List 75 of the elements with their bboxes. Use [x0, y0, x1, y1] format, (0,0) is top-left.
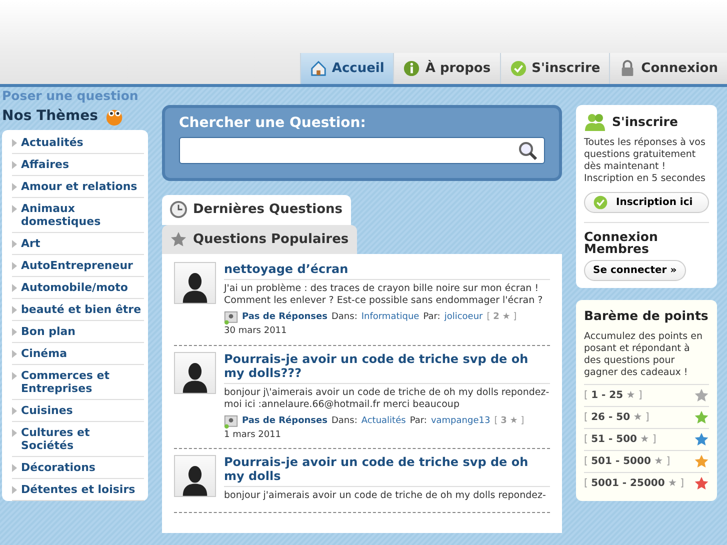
login-title: Connexion Membres [584, 222, 709, 255]
author-link[interactable]: vampange13 [430, 414, 490, 428]
answer-status: Pas de Réponses [242, 311, 328, 324]
users-icon [584, 112, 606, 132]
sidebar-item[interactable]: Bon plan [12, 321, 144, 343]
category-link[interactable]: Actualités [361, 414, 406, 428]
star-icon [694, 476, 709, 491]
sidebar-item[interactable]: AutoEntrepreneur [12, 255, 144, 277]
star-icon [694, 410, 709, 425]
points-range: [ 51 - 500 ★ ] [584, 432, 656, 447]
user-icon [224, 311, 238, 325]
search-field[interactable] [179, 137, 545, 164]
question-title[interactable]: Pourrais-je avoir un code de triche svp de oh my dolls [224, 455, 550, 487]
star-icon [694, 432, 709, 447]
signup-title: S'inscrire [612, 112, 678, 131]
points-range: [ 1 - 25 ★ ] [584, 388, 642, 403]
question-title[interactable]: nettoyage d’écran [224, 262, 550, 280]
nav-tab[interactable]: Connexion [609, 53, 727, 84]
logo-text: Poser une question [2, 88, 140, 104]
question-text: bonjour j'aimerais avoir un code de triche de oh my dolls repondez- [224, 490, 547, 502]
sidebar-title: Nos Thèmes [2, 107, 98, 126]
check-icon [510, 60, 527, 77]
points-text: Accumulez des points en posant et répondant à des questions pour gagner des cadeaux ! [584, 330, 704, 379]
points-range: [ 26 - 50 ★ ] [584, 410, 650, 425]
search-icon[interactable] [518, 140, 538, 160]
question-text: bonjour j\'aimerais avoir un code de triche de oh my dolls repondez-moi ici :annelaure.66@hotmail.fr merci beaucoup [224, 386, 550, 410]
points-title: Barème de points [584, 307, 709, 325]
login-button[interactable]: Se connecter » [584, 260, 686, 281]
clock-icon [170, 201, 187, 218]
points-range: [ 5001 - 25000 ★ ] [584, 476, 684, 491]
sidebar-item[interactable]: Commerces et Entreprises [12, 365, 144, 400]
sidebar-item[interactable]: Art [12, 233, 144, 255]
sidebar-item[interactable]: Actualités [12, 132, 144, 154]
sidebar-item[interactable]: Cuisines [12, 400, 144, 422]
sidebar-item[interactable]: Cinéma [12, 343, 144, 365]
signup-text: Toutes les réponses à vos questions gratuitement dès maintenant ! Inscription en 5 secondes [584, 137, 706, 185]
info-icon [403, 60, 420, 77]
answer-status: Pas de Réponses [242, 414, 328, 428]
avatar-silhouette [174, 352, 216, 394]
signup-button[interactable]: Inscription ici [584, 192, 709, 213]
star-icon [170, 230, 187, 248]
question-text: J'ai un problème : des traces de crayon bille noire sur mon écran ! Comment les enlever ? Est-ce possible sans endommager l'écran ? [224, 283, 544, 307]
nav-tab[interactable]: S'inscrire [500, 53, 610, 84]
question-tab[interactable]: Dernières Questions [162, 195, 350, 224]
sidebar-item[interactable]: Cultures et Sociétés [12, 422, 144, 457]
search-title: Chercher une Question: [179, 114, 367, 133]
sidebar-item[interactable]: Affaires [12, 154, 144, 176]
avatar-silhouette [174, 455, 216, 497]
check-icon [593, 195, 608, 210]
user-icon [224, 414, 238, 428]
category-label: Dans: [331, 414, 358, 428]
author-link[interactable]: jolicoeur [444, 311, 483, 325]
question-tab[interactable]: Questions Populaires [162, 224, 357, 254]
question-date: 1 mars 2011 [224, 428, 282, 442]
points-range: [ 501 - 5000 ★ ] [584, 454, 670, 469]
author-label: Par: [410, 414, 427, 428]
category-label: Dans: [331, 311, 358, 324]
nav-tab[interactable]: Accueil [300, 53, 394, 84]
author-label: Par: [423, 311, 440, 324]
sidebar-item[interactable]: Décorations [12, 457, 144, 479]
author-points: [ 3 ★ ] [494, 414, 524, 428]
star-icon [694, 454, 709, 469]
house-icon [310, 60, 327, 77]
sidebar-item[interactable]: Automobile/moto [12, 277, 144, 299]
sidebar-item[interactable]: Détentes et loisirs [12, 479, 144, 501]
question-title[interactable]: Pourrais-je avoir un code de triche svp de oh my dolls??? [224, 352, 550, 384]
sidebar-item[interactable]: Animaux domestiques [12, 198, 144, 233]
question-date: 30 mars 2011 [224, 325, 288, 338]
author-points: [ 2 ★ ] [486, 311, 517, 324]
category-link[interactable]: Informatique [361, 311, 420, 325]
nav-tab[interactable]: À propos [393, 53, 500, 84]
sidebar-item[interactable]: Amour et relations [12, 176, 144, 198]
avatar-silhouette [174, 262, 216, 304]
sidebar-item[interactable]: beauté et bien être [12, 299, 144, 321]
star-icon [694, 388, 709, 403]
